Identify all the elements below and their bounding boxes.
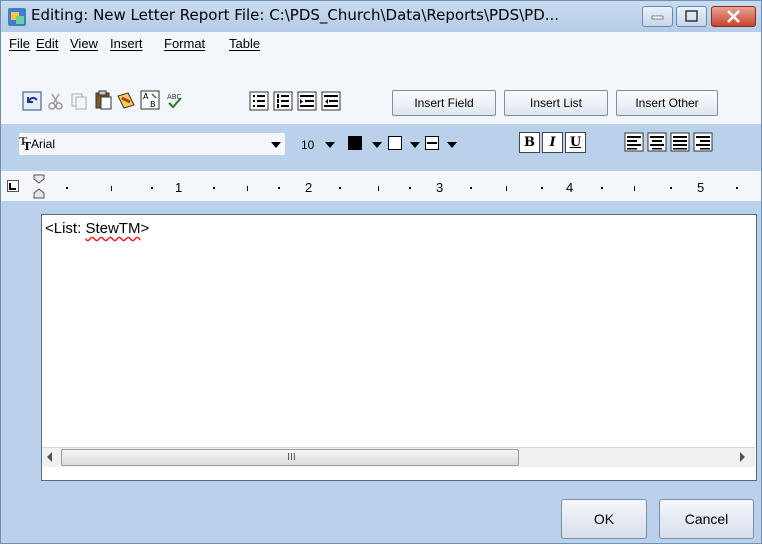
insert-field-button[interactable]: Insert Field (392, 90, 496, 116)
increase-indent-icon[interactable] (297, 91, 317, 111)
ruler (1, 171, 761, 201)
menu-edit[interactable]: Edit (36, 36, 58, 51)
paste-icon[interactable] (93, 90, 113, 110)
close-button[interactable] (711, 6, 756, 27)
copy-icon[interactable] (69, 91, 89, 111)
cancel-button[interactable]: Cancel (659, 499, 754, 539)
format-painter-icon[interactable] (116, 90, 136, 110)
ruler-tick (66, 187, 68, 189)
line-spacing-dropdown-icon[interactable] (447, 142, 457, 148)
menu-file[interactable]: File (9, 36, 30, 51)
ruler-label: 1 (175, 180, 183, 195)
line-spacing-icon[interactable] (425, 136, 439, 150)
indent-marker-icon[interactable] (33, 174, 45, 200)
menu-format[interactable]: Format (164, 36, 205, 51)
ruler-tick (247, 186, 248, 191)
ruler-label: 5 (697, 180, 705, 195)
svg-text:B: B (150, 100, 156, 109)
app-icon (8, 8, 26, 26)
list-field-name: StewTM (85, 220, 141, 237)
svg-text:A: A (143, 92, 149, 101)
spellcheck-icon[interactable]: ABC (164, 90, 184, 110)
ruler-tick (278, 187, 280, 189)
document-editor[interactable] (41, 214, 757, 481)
font-dropdown-icon[interactable] (271, 142, 281, 148)
ruler-tick (339, 187, 341, 189)
font-size-dropdown-icon[interactable] (325, 142, 335, 148)
menu-insert[interactable]: Insert (110, 36, 143, 51)
ruler-tick (111, 186, 112, 191)
tab-stop-icon[interactable] (7, 180, 19, 192)
ruler-label: 2 (305, 180, 313, 195)
window-title: Editing: New Letter Report File: C:\PDS_… (31, 6, 560, 24)
editor-window: Editing: New Letter Report File: C:\PDS_… (0, 0, 762, 544)
scroll-right-icon[interactable] (737, 451, 747, 463)
font-size-value[interactable]: 10 (301, 138, 314, 152)
minimize-icon (651, 15, 664, 20)
scroll-left-icon[interactable] (45, 451, 55, 463)
ruler-tick (151, 187, 153, 189)
ruler-tick (541, 187, 543, 189)
editor-content: <List: StewTM> (45, 220, 149, 237)
scrollbar-grip: III (287, 452, 296, 463)
highlight-color-icon[interactable] (388, 136, 402, 150)
italic-button[interactable]: I (542, 132, 563, 153)
ruler-label: 4 (566, 180, 574, 195)
close-icon (727, 10, 740, 23)
svg-text:T: T (23, 140, 31, 152)
ruler-tick (470, 187, 472, 189)
menu-table[interactable]: Table (229, 36, 260, 51)
align-right-icon[interactable] (693, 132, 713, 152)
insert-other-button[interactable]: Insert Other (616, 90, 718, 116)
insert-list-button[interactable]: Insert List (504, 90, 608, 116)
text-color-dropdown-icon[interactable] (372, 142, 382, 148)
align-left-icon[interactable] (624, 132, 644, 152)
ruler-tick (634, 186, 635, 191)
ruler-tick (409, 187, 411, 189)
bullet-list-icon[interactable] (249, 91, 269, 111)
ruler-tick (736, 187, 738, 189)
highlight-color-dropdown-icon[interactable] (410, 142, 420, 148)
align-center-icon[interactable] (647, 132, 667, 152)
justify-icon[interactable] (670, 132, 690, 152)
font-select[interactable] (19, 133, 285, 155)
ruler-tick (601, 187, 603, 189)
maximize-button[interactable] (676, 6, 707, 27)
list-suffix: > (140, 220, 150, 237)
truetype-icon: T T (19, 135, 31, 152)
ok-button[interactable]: OK (561, 499, 647, 539)
ruler-tick (670, 187, 672, 189)
underline-button[interactable]: U (565, 132, 586, 153)
maximize-icon (685, 10, 698, 22)
list-prefix: <List: (45, 220, 86, 237)
ruler-tick (213, 187, 215, 189)
ruler-tick (378, 186, 379, 191)
font-name-value: Arial (31, 137, 56, 151)
ruler-tick (506, 186, 507, 191)
menu-view[interactable]: View (70, 36, 98, 51)
bold-button[interactable]: B (519, 132, 540, 153)
text-color-icon[interactable] (348, 136, 362, 150)
undo-icon[interactable] (22, 91, 42, 111)
decrease-indent-icon[interactable] (321, 91, 341, 111)
minimize-button[interactable] (642, 6, 673, 27)
cut-icon[interactable] (46, 91, 66, 111)
numbered-list-icon[interactable] (273, 91, 293, 111)
title-bar: Editing: New Letter Report File: C:\PDS_… (1, 1, 761, 32)
find-replace-icon[interactable]: A B (140, 90, 160, 110)
ruler-label: 3 (436, 180, 444, 195)
